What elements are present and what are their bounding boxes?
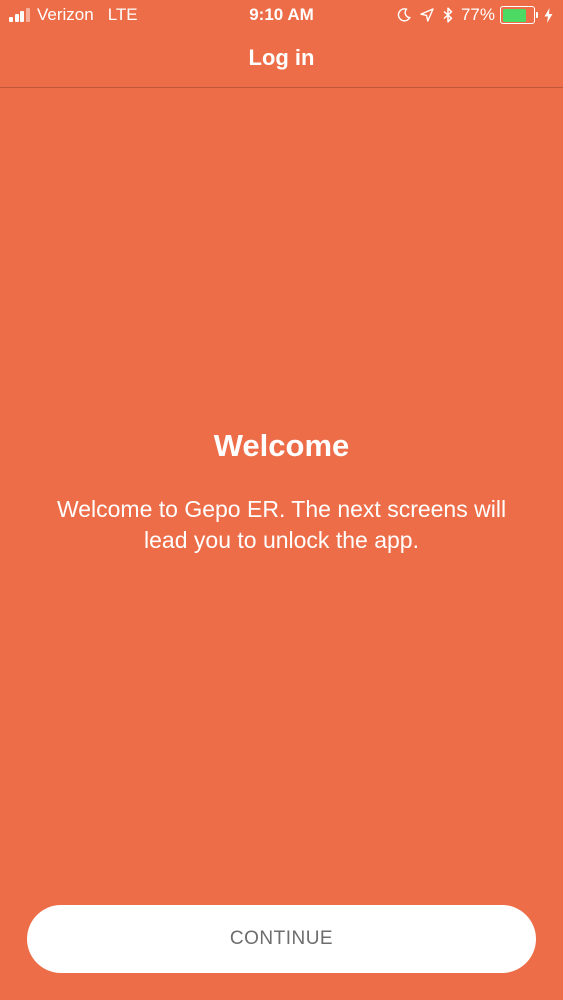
status-bar: Verizon LTE 9:10 AM 77% <box>0 0 563 30</box>
continue-button[interactable]: CONTINUE <box>27 905 536 973</box>
battery-icon <box>500 6 538 24</box>
welcome-heading: Welcome <box>213 428 350 463</box>
status-right: 77% <box>388 4 553 26</box>
navigation-bar: Log in <box>0 30 563 88</box>
battery-fill <box>502 8 526 22</box>
welcome-message: Welcome to Gepo ER. The next screens wil… <box>56 496 507 553</box>
bluetooth-icon <box>443 7 453 23</box>
charging-bolt-icon <box>544 7 553 23</box>
page-title: Log in <box>248 45 315 70</box>
battery-percent: 77% <box>460 5 495 24</box>
moon-icon <box>397 8 411 22</box>
location-arrow-icon <box>420 8 434 22</box>
